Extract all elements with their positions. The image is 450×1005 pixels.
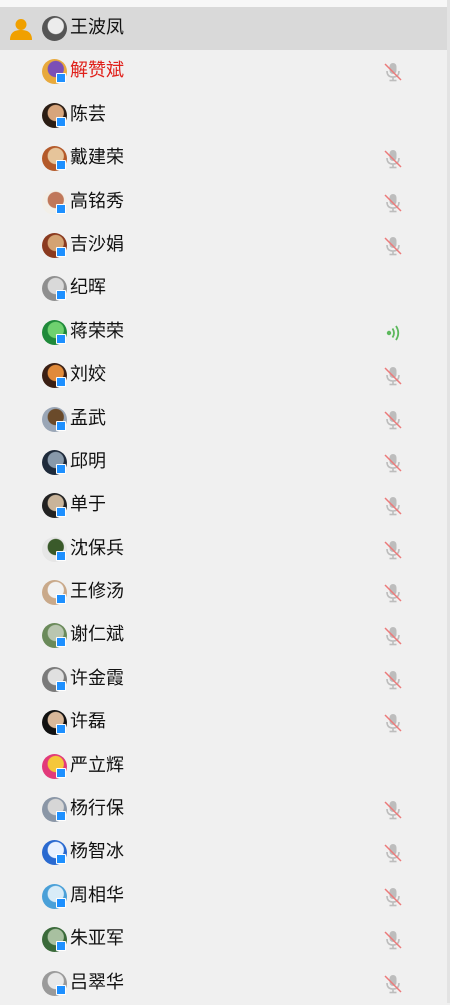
status-badge (56, 290, 66, 301)
user-icon (8, 16, 34, 42)
mic-muted-icon[interactable] (382, 539, 404, 561)
status-badge (56, 941, 66, 952)
status-badge (56, 116, 66, 127)
status-badge (56, 507, 66, 518)
mic-muted-icon[interactable] (382, 452, 404, 474)
member-row[interactable]: 谢仁斌 (0, 614, 447, 657)
mic-muted-icon[interactable] (382, 669, 404, 691)
member-row[interactable]: 杨行保 (0, 788, 447, 831)
status-badge (56, 377, 66, 388)
status-badge (56, 246, 66, 257)
avatar[interactable] (42, 16, 67, 41)
member-row[interactable]: 杨智冰 (0, 831, 447, 874)
status-badge (56, 767, 66, 778)
status-badge (56, 160, 66, 171)
status-badge (56, 594, 66, 605)
member-row[interactable]: 周相华 (0, 875, 447, 918)
status-badge (56, 811, 66, 822)
mic-muted-icon[interactable] (382, 886, 404, 908)
mic-muted-icon[interactable] (382, 61, 404, 83)
member-row[interactable]: 纪晖 (0, 267, 447, 310)
status-badge (56, 333, 66, 344)
member-row[interactable]: 许金霞 (0, 658, 447, 701)
member-name: 邱明 (70, 450, 106, 472)
member-row[interactable]: 陈芸 (0, 94, 447, 137)
status-badge (56, 897, 66, 908)
member-name: 陈芸 (70, 103, 106, 125)
mic-muted-icon[interactable] (382, 842, 404, 864)
mic-muted-icon[interactable] (382, 799, 404, 821)
member-name: 单于 (70, 494, 106, 516)
status-badge (56, 724, 66, 735)
mic-muted-icon[interactable] (382, 365, 404, 387)
mic-muted-icon[interactable] (382, 625, 404, 647)
mic-muted-icon[interactable] (382, 973, 404, 995)
status-badge (56, 73, 66, 84)
top-strip (0, 0, 450, 7)
mic-muted-icon[interactable] (382, 235, 404, 257)
status-badge (56, 203, 66, 214)
member-row[interactable]: 高铭秀 (0, 181, 447, 224)
member-row[interactable]: 解赞斌 (0, 50, 447, 93)
member-name: 纪晖 (70, 277, 106, 299)
member-name: 解赞斌 (70, 60, 124, 82)
member-list: 王波凤解赞斌陈芸戴建荣高铭秀吉沙娟纪晖蒋荣荣刘姣孟武邱明单于沈保兵王修汤谢仁斌许… (0, 7, 447, 1005)
mic-muted-icon[interactable] (382, 148, 404, 170)
member-name: 杨行保 (70, 798, 124, 820)
member-name: 蒋荣荣 (70, 320, 124, 342)
member-name: 朱亚军 (70, 928, 124, 950)
member-name: 沈保兵 (70, 537, 124, 559)
mic-muted-icon[interactable] (382, 409, 404, 431)
status-badge (56, 637, 66, 648)
member-name: 许金霞 (70, 667, 124, 689)
status-badge (56, 420, 66, 431)
member-name: 高铭秀 (70, 190, 124, 212)
member-row[interactable]: 孟武 (0, 398, 447, 441)
member-name: 王波凤 (70, 17, 124, 38)
member-name: 刘姣 (70, 364, 106, 386)
member-name: 谢仁斌 (70, 624, 124, 646)
mic-muted-icon[interactable] (382, 582, 404, 604)
member-name: 吕翠华 (70, 971, 124, 993)
mic-muted-icon[interactable] (382, 192, 404, 214)
member-row[interactable]: 单于 (0, 484, 447, 527)
status-badge (56, 550, 66, 561)
member-row[interactable]: 严立辉 (0, 745, 447, 788)
member-name: 戴建荣 (70, 147, 124, 169)
member-row[interactable]: 邱明 (0, 441, 447, 484)
member-name: 杨智冰 (70, 841, 124, 863)
member-name: 严立辉 (70, 754, 124, 776)
mic-muted-icon[interactable] (382, 495, 404, 517)
member-row[interactable]: 王波凤 (0, 7, 447, 51)
member-row[interactable]: 刘姣 (0, 354, 447, 397)
member-name: 孟武 (70, 407, 106, 429)
member-row[interactable]: 王修汤 (0, 571, 447, 614)
status-badge (56, 680, 66, 691)
member-row[interactable]: 吉沙娟 (0, 224, 447, 267)
member-name: 吉沙娟 (70, 233, 124, 255)
member-name: 许磊 (70, 711, 106, 733)
mic-muted-icon[interactable] (382, 712, 404, 734)
mic-muted-icon[interactable] (382, 929, 404, 951)
member-name: 王修汤 (70, 581, 124, 603)
status-badge (56, 984, 66, 995)
status-badge (56, 854, 66, 865)
status-badge (56, 463, 66, 474)
member-row[interactable]: 沈保兵 (0, 528, 447, 571)
member-row[interactable]: 吕翠华 (0, 962, 447, 1005)
member-row[interactable]: 许磊 (0, 701, 447, 744)
member-row[interactable]: 朱亚军 (0, 918, 447, 961)
speaking-icon[interactable] (382, 322, 404, 344)
member-row[interactable]: 戴建荣 (0, 137, 447, 180)
member-row[interactable]: 蒋荣荣 (0, 311, 447, 354)
member-name: 周相华 (70, 884, 124, 906)
